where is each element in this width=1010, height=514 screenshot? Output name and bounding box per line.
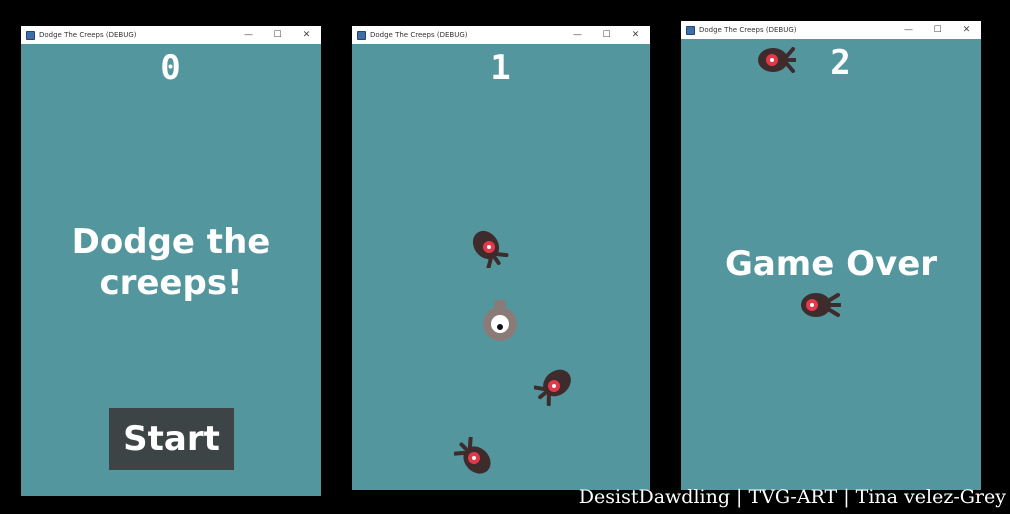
player-character-icon	[483, 300, 517, 341]
creep-mob-icon	[758, 47, 796, 73]
title-message: Dodge the creeps!	[71, 222, 271, 303]
game-window-playing: Dodge The Creeps (DEBUG) — ☐ ✕ 1	[352, 26, 650, 490]
close-button[interactable]: ✕	[292, 26, 321, 44]
start-button[interactable]: Start	[109, 408, 234, 470]
score-label: 0	[160, 48, 182, 88]
window-title: Dodge The Creeps (DEBUG)	[39, 31, 137, 39]
minimize-button[interactable]: —	[563, 26, 592, 44]
godot-app-icon	[686, 25, 695, 35]
window-titlebar[interactable]: Dodge The Creeps (DEBUG) — ☐ ✕	[352, 26, 650, 44]
game-window-start: Dodge The Creeps (DEBUG) — ☐ ✕ 0 Dodge t…	[21, 26, 321, 496]
game-viewport: 1	[352, 44, 650, 490]
creep-mob-icon	[801, 293, 841, 317]
godot-app-icon	[357, 30, 366, 40]
maximize-button[interactable]: ☐	[263, 26, 292, 44]
window-title: Dodge The Creeps (DEBUG)	[699, 26, 797, 34]
score-label: 1	[490, 48, 512, 88]
creep-mob-icon	[472, 230, 509, 268]
close-button[interactable]: ✕	[621, 26, 650, 44]
game-viewport: 0 Dodge the creeps! Start	[21, 44, 321, 496]
close-button[interactable]: ✕	[952, 21, 981, 39]
creep-mob-icon	[454, 437, 491, 474]
window-controls: — ☐ ✕	[234, 26, 321, 44]
window-controls: — ☐ ✕	[563, 26, 650, 44]
window-controls: — ☐ ✕	[894, 21, 981, 39]
minimize-button[interactable]: —	[234, 26, 263, 44]
window-titlebar[interactable]: Dodge The Creeps (DEBUG) — ☐ ✕	[21, 26, 321, 44]
window-titlebar[interactable]: Dodge The Creeps (DEBUG) — ☐ ✕	[681, 21, 981, 39]
credit-caption: DesistDawdling | TVG-ART | Tina velez-Gr…	[578, 486, 1006, 508]
minimize-button[interactable]: —	[894, 21, 923, 39]
game-over-message: Game Over	[724, 244, 938, 284]
creep-mob-icon	[534, 369, 571, 406]
maximize-button[interactable]: ☐	[592, 26, 621, 44]
window-title: Dodge The Creeps (DEBUG)	[370, 31, 468, 39]
game-viewport: 2 Game Over	[681, 39, 981, 490]
score-label: 2	[830, 43, 852, 83]
maximize-button[interactable]: ☐	[923, 21, 952, 39]
godot-app-icon	[26, 30, 35, 40]
game-window-gameover: Dodge The Creeps (DEBUG) — ☐ ✕ 2 Game Ov…	[681, 21, 981, 490]
